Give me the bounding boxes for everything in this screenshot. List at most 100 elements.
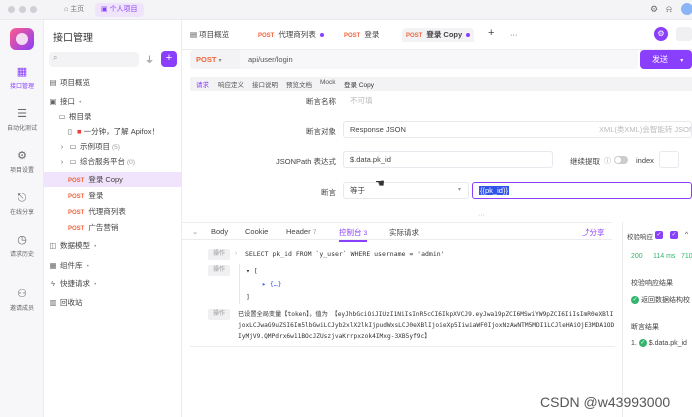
assert-name-label: 断言名称 [306, 97, 336, 106]
environment-icon[interactable]: ⚙ [654, 27, 668, 41]
tree-label: 代理商列表 [88, 207, 126, 216]
rtab-cookie[interactable]: Cookie [245, 227, 268, 236]
assert-target-select[interactable]: Response JSON XML(类XML)会智能转 JSON [343, 121, 692, 138]
tab-agents[interactable]: POST 代理商列表 [258, 28, 324, 42]
sidebar-item-ads[interactable]: POST 广告营销 [44, 220, 182, 235]
response-time: 114 ms [653, 253, 676, 260]
chevron-down-icon: ▾ [458, 187, 462, 193]
folder-icon: ▭ [69, 142, 77, 151]
log-array-close: ] [246, 293, 250, 301]
overview-icon: ▤ [49, 78, 57, 87]
rtab-header[interactable]: Header 7 [286, 227, 316, 236]
rail-auto-test[interactable]: ☰ 自动化测试 [0, 108, 44, 132]
sidebar-item-doc[interactable]: ▯ ■ 一分钟，了解 Apifox！ [44, 124, 182, 139]
sidebar-item-login-copy[interactable]: POST 登录 Copy [44, 172, 182, 187]
method-badge: POST [68, 226, 85, 232]
window-maximize-dot[interactable] [30, 6, 37, 13]
sidebar-item-login[interactable]: POST 登录 [44, 188, 182, 203]
assert-value-input[interactable]: {{pk_id}} [472, 182, 692, 199]
settings-icon[interactable]: ⚙ [650, 4, 658, 15]
add-tab-button[interactable]: + [488, 26, 494, 40]
send-button[interactable]: 发送 ▾ [640, 50, 692, 69]
validate-ok-text: 返回数据结构校 [641, 297, 690, 304]
subtab-doc[interactable]: 接口说明 [252, 79, 278, 89]
tree-label: 一分钟，了解 Apifox！ [83, 127, 160, 136]
rtab-body[interactable]: Body [211, 227, 228, 236]
tree-label: 示例项目 [80, 142, 110, 151]
tree-label: 项目概览 [60, 78, 90, 87]
rtab-count: 7 [312, 229, 317, 236]
sidebar-item-overview[interactable]: ▤ 项目概览 [44, 75, 182, 90]
rail-settings[interactable]: ⚙ 项目设置 [0, 150, 44, 174]
sidebar-item-sample[interactable]: › ▭ 示例项目 (5) [44, 139, 182, 154]
rtab-actual[interactable]: 实际请求 [389, 227, 419, 238]
sidebar-item-models[interactable]: ◫ 数据模型 • [44, 238, 182, 253]
tab-home[interactable]: ⌂ 主页 [58, 3, 90, 17]
resize-handle[interactable]: ··· [478, 212, 485, 219]
trash-icon: ▥ [49, 298, 57, 307]
auto-test-icon: ☰ [17, 108, 27, 120]
send-label: 发送 [652, 55, 668, 64]
rail-share[interactable]: ⎋ 在线分享 [0, 192, 44, 216]
sidebar: 接口管理 ⌕ ⏚ + ▤ 项目概览 ▣ 接口 • ▭ 根目录 ▯ ■ 一分钟，了解 Ap… [44, 20, 182, 417]
log-object[interactable]: ▸ {…} [262, 280, 282, 288]
subtab-response-def[interactable]: 响应定义 [218, 79, 244, 89]
invite-icon: ⚇ [17, 288, 27, 300]
rail-api-management[interactable]: ▦ 接口管理 [0, 66, 44, 90]
collapse-icon[interactable]: ⌄ [192, 227, 198, 236]
window-minimize-dot[interactable] [19, 6, 26, 13]
operator-select[interactable]: 等于 ▾ [343, 182, 469, 199]
sidebar-item-platform[interactable]: › ▭ 综合服务平台 (0) [44, 154, 182, 169]
subtab-preview[interactable]: 预览文档 [286, 79, 312, 89]
chevron-right-icon: › [235, 250, 238, 257]
add-button[interactable]: + [161, 51, 177, 67]
continue-extract-toggle[interactable] [614, 156, 628, 164]
avatar[interactable] [681, 3, 692, 15]
more-icon[interactable]: ··· [510, 28, 518, 42]
bolt-icon: ϟ [51, 279, 55, 288]
sidebar-item-root[interactable]: ▭ 根目录 [44, 109, 182, 124]
method-select[interactable]: POST ▾ [190, 50, 240, 69]
sidebar-item-apis[interactable]: ▣ 接口 • [44, 94, 182, 109]
assert-name-input[interactable]: 不可填 [343, 92, 473, 109]
index-input[interactable] [659, 151, 679, 168]
filter-icon[interactable]: ⏚ [145, 53, 154, 66]
window-close-dot[interactable] [8, 6, 15, 13]
api-icon: ▦ [16, 66, 28, 78]
tree-label: 数据模型 [60, 241, 90, 250]
subtab-case[interactable]: 登录 Copy [344, 79, 374, 89]
tree-suffix: • [86, 263, 89, 270]
response-tabs: ⌄ Body Cookie Header 7 控制台 3 实际请求 ⤴分享 [182, 222, 612, 242]
sidebar-title: 接口管理 [53, 33, 93, 44]
jsonpath-input[interactable]: $.data.pk_id [343, 151, 553, 168]
notification-icon[interactable]: ⍾ [666, 4, 672, 15]
subtab-mock[interactable]: Mock [320, 79, 336, 86]
environment-select[interactable] [676, 27, 692, 41]
rail-invite[interactable]: ⚇ 邀请成员 [0, 288, 44, 312]
sidebar-item-components[interactable]: ▦ 组件库 • [44, 258, 182, 273]
rtab-console[interactable]: 控制台 3 [339, 227, 368, 242]
right-panel: 校验响应 ✓ ✓ ^ 200 114 ms 710 校验响应结果 ✓ 返回数据结构… [622, 222, 692, 417]
share-button[interactable]: ⤴分享 [582, 227, 605, 238]
validate-checkbox[interactable]: ✓ [655, 231, 665, 239]
subtab-request[interactable]: 请求 [196, 79, 209, 89]
app-logo [10, 28, 34, 50]
log-array-open[interactable]: ▾ [ [246, 267, 258, 275]
tab-overview[interactable]: ▤ 项目概览 [190, 28, 229, 42]
sidebar-search-input[interactable]: ⌕ [49, 52, 139, 67]
sidebar-item-agents[interactable]: POST 代理商列表 [44, 204, 182, 219]
tab-login[interactable]: POST 登录 [344, 28, 379, 42]
response-size: 710 [681, 253, 692, 260]
rail-history[interactable]: ◷ 请求历史 [0, 234, 44, 258]
tree-label: 登录 Copy [88, 175, 123, 184]
tab-project[interactable]: ▣ 个人项目 [95, 3, 144, 17]
status-code: 200 [631, 253, 643, 260]
assert-checkbox[interactable]: ✓ [670, 231, 680, 239]
sidebar-item-trash[interactable]: ▥ 回收站 [44, 295, 182, 310]
rail-label: 请求历史 [9, 252, 34, 258]
tab-login-copy[interactable]: POST 登录 Copy [402, 28, 475, 42]
sidebar-item-quick[interactable]: ϟ 快捷请求 • [44, 276, 182, 291]
success-icon: ✓ [631, 296, 639, 305]
url-input[interactable]: api/user/login [240, 50, 638, 69]
tab-label: 登录 [364, 30, 380, 39]
